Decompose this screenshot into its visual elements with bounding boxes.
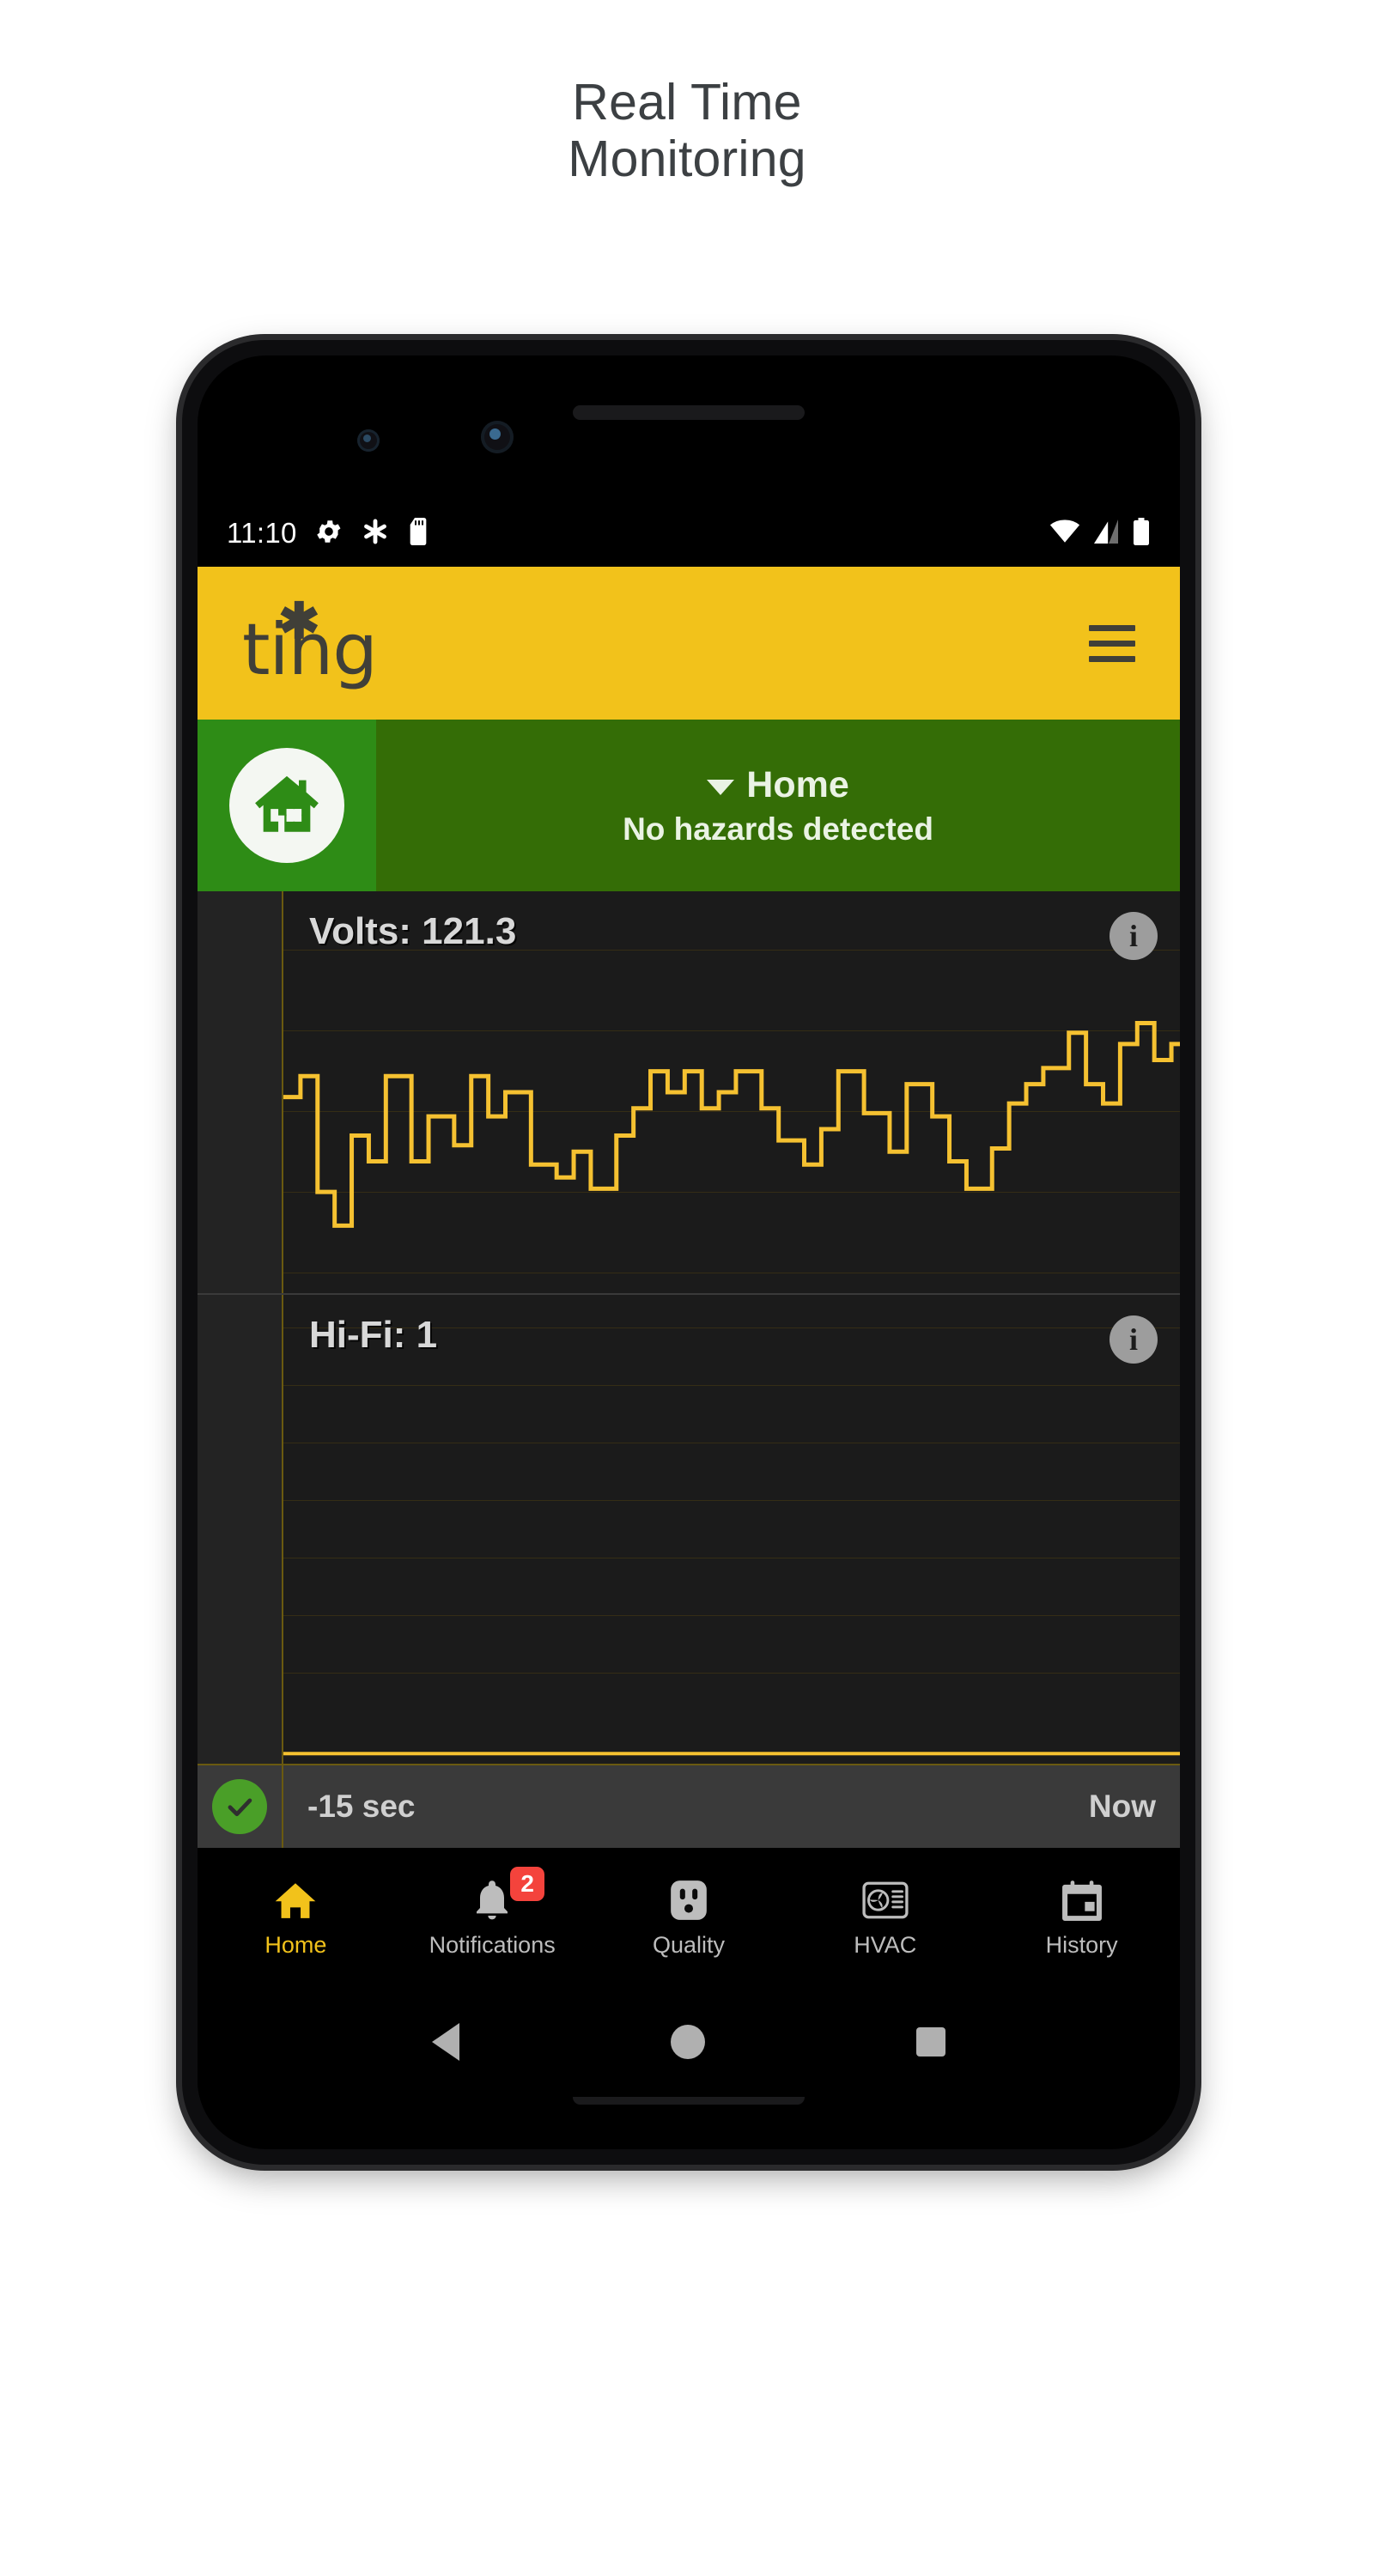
nav-label-history: History (1045, 1931, 1118, 1958)
bottom-navigation: Home 2 Notifications Quality HVAC Histor… (198, 1848, 1180, 1987)
location-selector[interactable]: Home (707, 763, 849, 806)
phone-frame: 11:10 ✱ ting Home No hazards detected Vo… (182, 340, 1195, 2165)
recents-square-icon[interactable] (916, 2027, 945, 2057)
nav-label-notifications: Notifications (429, 1931, 556, 1958)
check-circle-icon (212, 1779, 267, 1834)
gear-icon (314, 517, 344, 550)
nav-item-home[interactable]: Home (198, 1877, 394, 1959)
hifi-y-axis: 4.5 4.0 3.5 3.0 2.5 2.0 1.5 1.0 (198, 1295, 283, 1764)
time-range-end: Now (1088, 1789, 1156, 1824)
volts-info-icon[interactable]: i (1110, 912, 1158, 960)
time-range-bar: -15 sec Now (198, 1764, 1180, 1848)
nav-item-hvac[interactable]: HVAC (787, 1877, 983, 1959)
android-system-nav (198, 1987, 1180, 2097)
logo-wordmark: ting (242, 608, 378, 691)
page-title-line1: Real Time (572, 74, 802, 131)
back-triangle-icon[interactable] (432, 2023, 459, 2061)
nav-item-history[interactable]: History (983, 1877, 1180, 1959)
hazard-status-text: No hazards detected (623, 811, 933, 847)
sd-card-icon (407, 517, 429, 550)
nav-label-quality: Quality (652, 1931, 726, 1958)
hifi-series-line (283, 1295, 1180, 1764)
home-icon (274, 1877, 317, 1923)
page-title-line2: Monitoring (568, 131, 806, 188)
hvac-panel-icon (862, 1877, 909, 1923)
front-camera-icon (481, 421, 514, 453)
calendar-icon (1061, 1877, 1102, 1923)
house-icon (229, 748, 344, 863)
phone-bezel: 11:10 ✱ ting Home No hazards detected Vo… (198, 355, 1180, 2149)
nav-item-quality[interactable]: Quality (591, 1877, 787, 1959)
nav-label-home: Home (264, 1931, 327, 1958)
time-range-start: -15 sec (307, 1789, 416, 1824)
status-info-panel[interactable]: Home No hazards detected (376, 720, 1180, 891)
sensor-icon (357, 429, 380, 452)
volts-chart[interactable]: 121.40 121.35 121.30 121.25 121.20 (198, 891, 1180, 1295)
outlet-icon (669, 1877, 708, 1923)
cellular-signal-icon (1092, 519, 1120, 548)
hifi-info-icon[interactable]: i (1110, 1315, 1158, 1364)
ting-logo: ✱ ting (242, 597, 405, 692)
nav-item-notifications[interactable]: 2 Notifications (394, 1866, 591, 1959)
earpiece-speaker (573, 405, 805, 420)
status-time: 11:10 (227, 517, 297, 549)
hifi-plot (283, 1295, 1180, 1764)
volts-y-axis: 121.40 121.35 121.30 121.25 121.20 (198, 891, 283, 1293)
page-title: Real Time Monitoring (0, 74, 1374, 187)
battery-icon (1132, 517, 1151, 550)
connection-status (198, 1765, 283, 1848)
hifi-chart[interactable]: 4.5 4.0 3.5 3.0 2.5 2.0 1.5 1.0 (198, 1295, 1180, 1764)
android-status-bar: 11:10 (198, 500, 1180, 567)
location-name: Home (746, 763, 849, 805)
page-root: Real Time Monitoring 11:10 ✱ ting Home N… (0, 0, 1374, 2576)
home-status-tile[interactable] (198, 720, 376, 891)
app-header: ✱ ting (198, 567, 1180, 720)
hifi-chart-title: Hi-Fi: 1 (309, 1314, 438, 1356)
charts-container: 121.40 121.35 121.30 121.25 121.20 (198, 891, 1180, 1764)
home-circle-icon[interactable] (671, 2025, 705, 2059)
menu-icon[interactable] (1089, 624, 1135, 662)
wifi-icon (1049, 519, 1080, 548)
phone-screen: 11:10 ✱ ting Home No hazards detected Vo… (198, 500, 1180, 2097)
asterisk-icon (361, 517, 390, 550)
nav-label-hvac: HVAC (854, 1931, 917, 1958)
chevron-down-icon (707, 779, 735, 795)
volts-chart-title: Volts: 121.3 (309, 910, 517, 952)
notifications-badge: 2 (510, 1866, 545, 1901)
status-banner: Home No hazards detected (198, 720, 1180, 891)
bell-icon: 2 (472, 1866, 545, 1923)
